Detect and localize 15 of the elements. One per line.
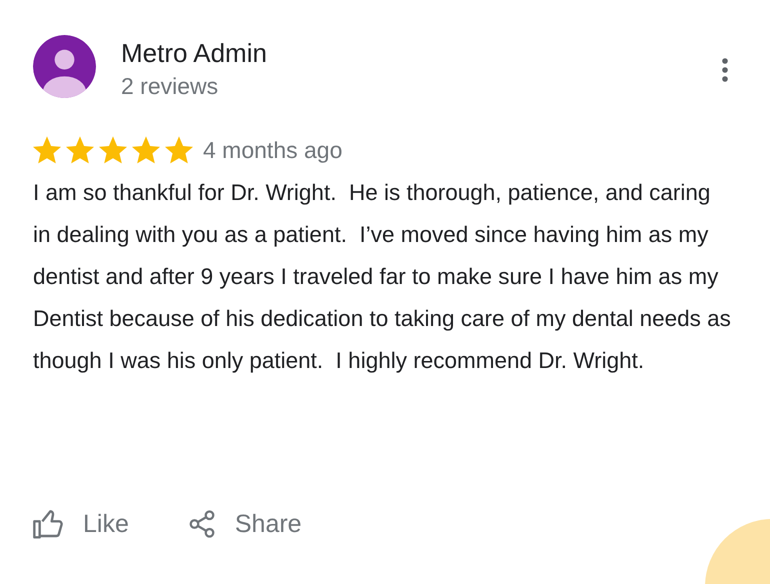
reviewer-name: Metro Admin — [121, 38, 268, 69]
star-icon — [165, 136, 193, 164]
review-time: 4 months ago — [203, 136, 342, 164]
star-icon — [99, 136, 127, 164]
thumbs-up-icon — [33, 509, 65, 539]
star-icon — [132, 136, 160, 164]
share-icon — [186, 508, 217, 540]
avatar-icon — [33, 35, 96, 98]
more-options-icon[interactable] — [721, 57, 729, 83]
like-button[interactable]: Like — [33, 508, 129, 540]
star-icon — [66, 136, 94, 164]
review-count: 2 reviews — [121, 73, 220, 100]
share-button[interactable]: Share — [186, 508, 302, 540]
star-icon — [33, 136, 61, 164]
review-text: I am so thankful for Dr. Wright. He is thorough, patience, and caring in dealing with you as a patient. I’ve moved since having him as my dentist and after 9 years I traveled far to make sure I have him as my Dentist because of his dedication to taking care of my dental needs as though I was his only patient. I highly recommend Dr. Wright. — [33, 179, 732, 375]
